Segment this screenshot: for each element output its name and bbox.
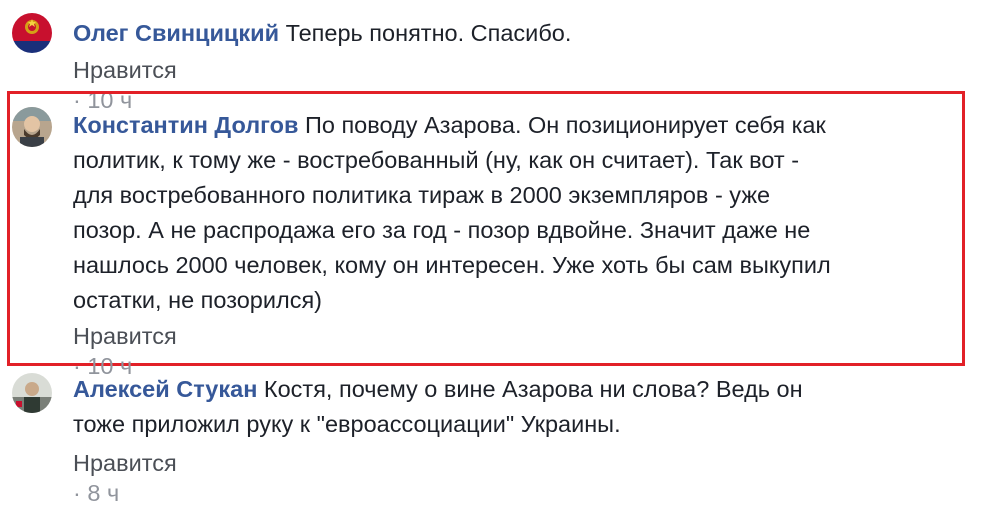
timestamp-link[interactable]: 8 ч (87, 480, 119, 506)
comment-author-link[interactable]: Олег Свинцицкий (73, 20, 279, 46)
comment-text-line: позор. А не распродажа его за год - позо… (73, 217, 811, 243)
comment-line: Константин Долгов По поводу Азарова. Он … (73, 108, 831, 143)
comment-body: Константин Долгов По поводу Азарова. Он … (73, 108, 831, 318)
comment-text-line: По поводу Азарова. Он позиционирует себя… (304, 112, 826, 138)
comment-body: Алексей Стукан Костя, почему о вине Азар… (73, 372, 803, 442)
user-photo-icon (12, 373, 52, 413)
avatar[interactable] (12, 373, 52, 413)
flag-avatar-icon (12, 13, 52, 53)
comment-text-line: для востребованного политика тираж в 200… (73, 182, 771, 208)
comment-text-line: тоже приложил руку к "евроассоциации" Ук… (73, 411, 621, 437)
comment-actions: Нравится · 8 ч (73, 448, 177, 508)
comment-text-line: остатки, не позорился) (73, 287, 322, 313)
like-link[interactable]: Нравится (73, 323, 177, 349)
separator-dot: · (73, 480, 81, 506)
comment-text-line: Костя, почему о вине Азарова ни слова? В… (263, 376, 803, 402)
comment-author-link[interactable]: Константин Долгов (73, 112, 298, 138)
like-link[interactable]: Нравится (73, 57, 177, 83)
comment-text-line: политик, к тому же - востребованный (ну,… (73, 147, 800, 173)
avatar[interactable] (12, 13, 52, 53)
avatar[interactable] (12, 107, 52, 147)
comment-text-line: нашлось 2000 человек, кому он интересен.… (73, 252, 831, 278)
comment-actions: Нравится · 10 ч (73, 55, 177, 115)
comment-line: Алексей Стукан Костя, почему о вине Азар… (73, 372, 803, 407)
comment-body: Олег Свинцицкий Теперь понятно. Спасибо. (73, 16, 571, 51)
like-link[interactable]: Нравится (73, 450, 177, 476)
comment-author-link[interactable]: Алексей Стукан (73, 376, 257, 402)
comment-text-line: Теперь понятно. Спасибо. (285, 20, 572, 46)
user-photo-icon (12, 107, 52, 147)
